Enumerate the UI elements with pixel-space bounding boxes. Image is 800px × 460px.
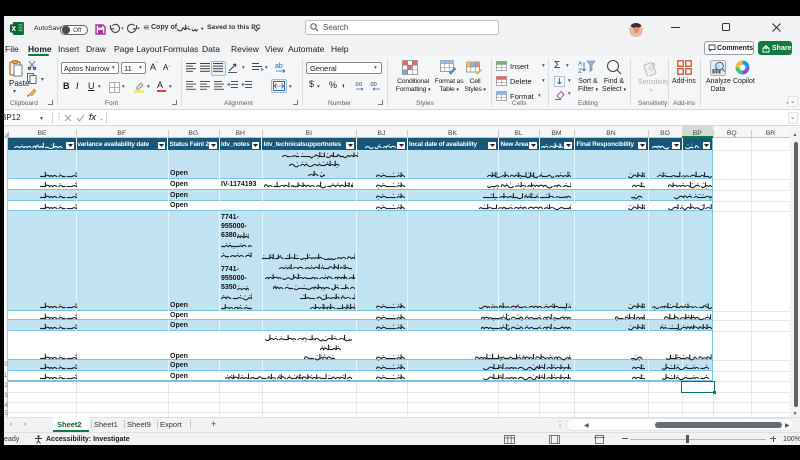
svg-text:A: A [578, 61, 583, 68]
svg-text:0: 0 [359, 82, 362, 88]
svg-text:ab: ab [275, 63, 283, 70]
svg-text:.00: .00 [369, 82, 377, 88]
svg-text:.0: .0 [354, 82, 359, 88]
svg-text:↑: ↑ [718, 64, 721, 70]
svg-text:Z: Z [578, 68, 582, 75]
